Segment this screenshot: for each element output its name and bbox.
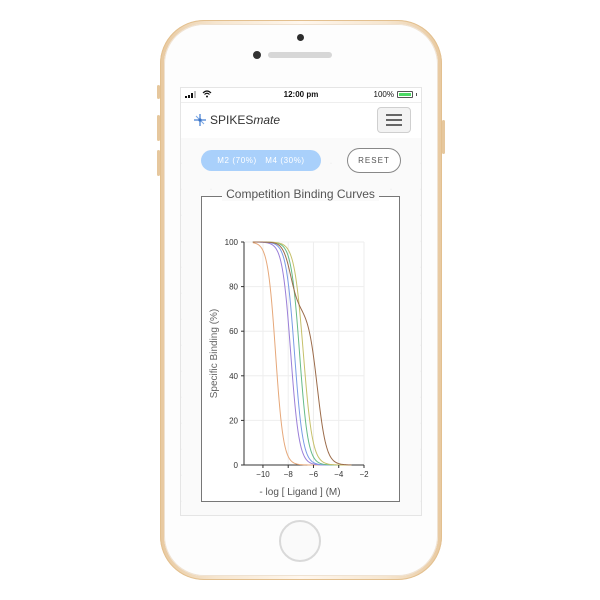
chart-grid — [244, 241, 365, 466]
home-button[interactable] — [279, 520, 321, 562]
x-tick-label: −8 — [284, 470, 294, 479]
y-tick-label: 0 — [234, 461, 239, 470]
volume-up-button — [157, 115, 160, 141]
front-camera-icon — [253, 51, 261, 59]
binding-curve-chart: 0 20 40 60 80 100 −10 −8 −6 −4 −2 Specific Binding… — [209, 238, 369, 498]
y-tick-label: 20 — [229, 416, 238, 425]
power-button — [442, 120, 445, 154]
earpiece-speaker — [268, 52, 332, 58]
x-tick-label: −2 — [359, 470, 369, 479]
phone-screen: 12:00 pm 100% SPIKES mate M2 (70%) M4 (3… — [180, 87, 422, 516]
chart-axes — [243, 242, 364, 466]
top-sensor-icon — [297, 34, 304, 41]
volume-down-button — [157, 150, 160, 176]
y-tick-label: 80 — [229, 283, 238, 292]
x-tick-label: −4 — [334, 470, 344, 479]
binding-curve-series-3 — [252, 241, 352, 466]
y-tick-label: 100 — [225, 238, 239, 247]
x-tick-label: −10 — [256, 470, 270, 479]
x-tick-label: −6 — [309, 470, 319, 479]
y-axis-label: Specific Binding (%) — [209, 309, 220, 398]
y-tick-label: 40 — [229, 372, 238, 381]
x-axis-label: - log [ Ligand ] (M) — [259, 487, 340, 498]
chart-curves — [252, 241, 352, 466]
mute-switch — [157, 85, 160, 99]
y-tick-label: 60 — [229, 327, 238, 336]
chart-ticks: 0 20 40 60 80 100 −10 −8 −6 −4 −2 — [225, 238, 369, 479]
